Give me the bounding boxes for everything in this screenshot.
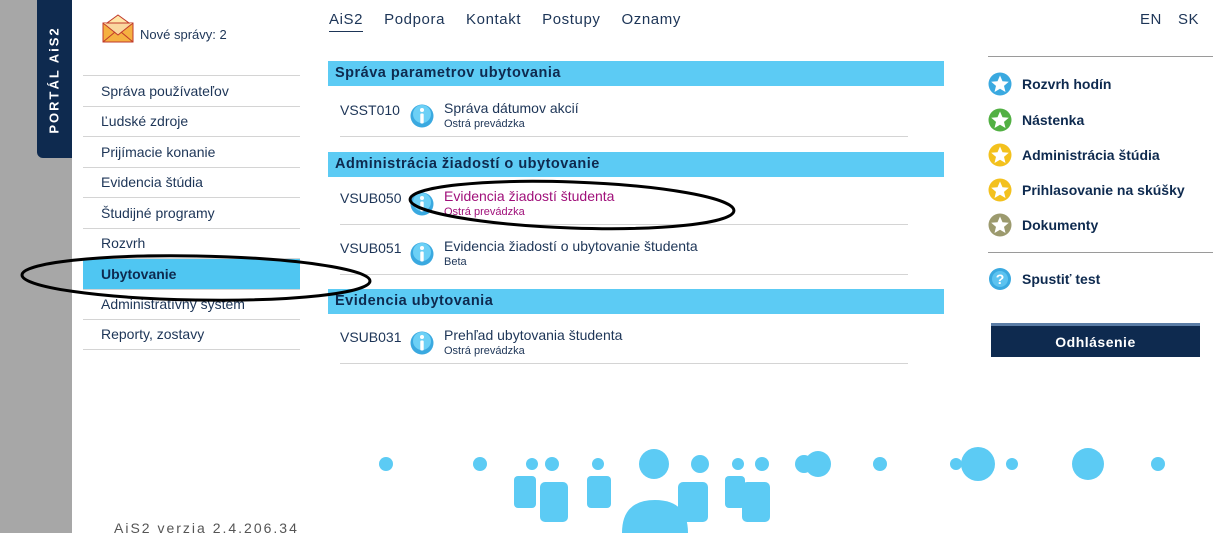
run-test-link[interactable]: ? Spustiť test <box>988 267 1100 291</box>
left-menu-item[interactable]: Reporty, zostavy <box>83 319 300 350</box>
application-status: Ostrá prevádzka <box>444 345 525 357</box>
left-menu-item[interactable]: Evidencia štúdia <box>83 166 300 198</box>
decorative-people-graphic <box>379 447 1165 533</box>
application-row[interactable]: VSST010 Správa dátumov akcií Ostrá prevádz… <box>340 96 908 137</box>
run-test-label: Spustiť test <box>1022 271 1101 287</box>
left-menu-item[interactable]: Administratívny systém <box>83 288 300 320</box>
star-icon <box>988 72 1012 96</box>
section-header: Správa parametrov ubytovania <box>328 61 944 86</box>
quick-link[interactable]: Prihlasovanie na skúšky <box>988 178 1185 202</box>
quick-link-label: Administrácia štúdia <box>1022 147 1160 163</box>
application-title[interactable]: Evidencia žiadostí študenta <box>444 188 614 204</box>
quick-link-label: Nástenka <box>1022 112 1085 128</box>
star-icon <box>988 213 1012 237</box>
right-panel-divider <box>988 252 1213 253</box>
quick-link[interactable]: Dokumenty <box>988 213 1098 237</box>
quick-link[interactable]: Administrácia štúdia <box>988 143 1160 167</box>
top-nav-link[interactable]: Postupy <box>542 11 600 32</box>
section-header: Administrácia žiadostí o ubytovanie <box>328 152 944 177</box>
application-title[interactable]: Správa dátumov akcií <box>444 100 579 116</box>
top-nav-link[interactable]: Kontakt <box>466 11 521 32</box>
top-nav-link[interactable]: AiS2 <box>329 11 364 32</box>
version-label: AiS2 verzia 2.4.206.34 <box>114 520 299 533</box>
application-row[interactable]: VSUB050 Evidencia žiadostí študenta Ostrá … <box>340 184 908 225</box>
svg-text:?: ? <box>996 271 1005 287</box>
info-icon[interactable] <box>410 192 434 216</box>
star-icon <box>988 178 1012 202</box>
top-nav: AiS2 Podpora Kontakt Postupy Oznamy <box>329 11 702 32</box>
left-menu-item[interactable]: Správa používateľov <box>83 75 300 106</box>
portal-label: PORTÁL AiS2 <box>46 26 62 134</box>
quick-link[interactable]: Rozvrh hodín <box>988 72 1111 96</box>
application-row[interactable]: VSUB031 Prehľad ubytovania študenta Ostrá … <box>340 323 908 364</box>
application-code: VSUB050 <box>340 190 402 206</box>
messages-link[interactable]: Nové správy: 2 <box>102 14 227 44</box>
logout-button[interactable]: Odhlásenie <box>991 323 1200 357</box>
right-panel-divider <box>988 56 1213 57</box>
application-code: VSUB031 <box>340 329 402 345</box>
quick-link[interactable]: Nástenka <box>988 108 1084 132</box>
application-status: Ostrá prevádzka <box>444 118 525 130</box>
application-code: VSST010 <box>340 102 400 118</box>
lang-en[interactable]: EN <box>1140 11 1162 28</box>
left-menu-item[interactable]: Študijné programy <box>83 197 300 228</box>
star-icon <box>988 108 1012 132</box>
star-icon <box>988 143 1012 167</box>
top-nav-link[interactable]: Podpora <box>384 11 445 32</box>
envelope-icon <box>102 14 136 44</box>
top-nav-link[interactable]: Oznamy <box>622 11 681 32</box>
left-menu: Správa používateľov Ľudské zdroje Prijímac… <box>83 75 300 350</box>
application-code: VSUB051 <box>340 240 402 256</box>
info-icon[interactable] <box>410 242 434 266</box>
left-menu-item[interactable]: Ľudské zdroje <box>83 105 300 137</box>
application-status: Ostrá prevádzka <box>444 206 525 218</box>
question-icon: ? <box>988 267 1012 291</box>
info-icon[interactable] <box>410 104 434 128</box>
quick-link-label: Rozvrh hodín <box>1022 76 1112 92</box>
application-row[interactable]: VSUB051 Evidencia žiadostí o ubytovanie š… <box>340 234 908 275</box>
lang-sk[interactable]: SK <box>1178 11 1199 28</box>
left-menu-item[interactable]: Ubytovanie <box>83 258 300 289</box>
messages-count: Nové správy: 2 <box>140 27 227 42</box>
left-menu-item[interactable]: Prijímacie konanie <box>83 136 300 167</box>
left-menu-item[interactable]: Rozvrh <box>83 227 300 259</box>
application-title[interactable]: Prehľad ubytovania študenta <box>444 327 622 343</box>
quick-link-label: Dokumenty <box>1022 217 1099 233</box>
section-header: Evidencia ubytovania <box>328 289 944 314</box>
application-status: Beta <box>444 256 467 268</box>
info-icon[interactable] <box>410 331 434 355</box>
quick-link-label: Prihlasovanie na skúšky <box>1022 182 1185 198</box>
application-title[interactable]: Evidencia žiadostí o ubytovanie študenta <box>444 238 698 254</box>
